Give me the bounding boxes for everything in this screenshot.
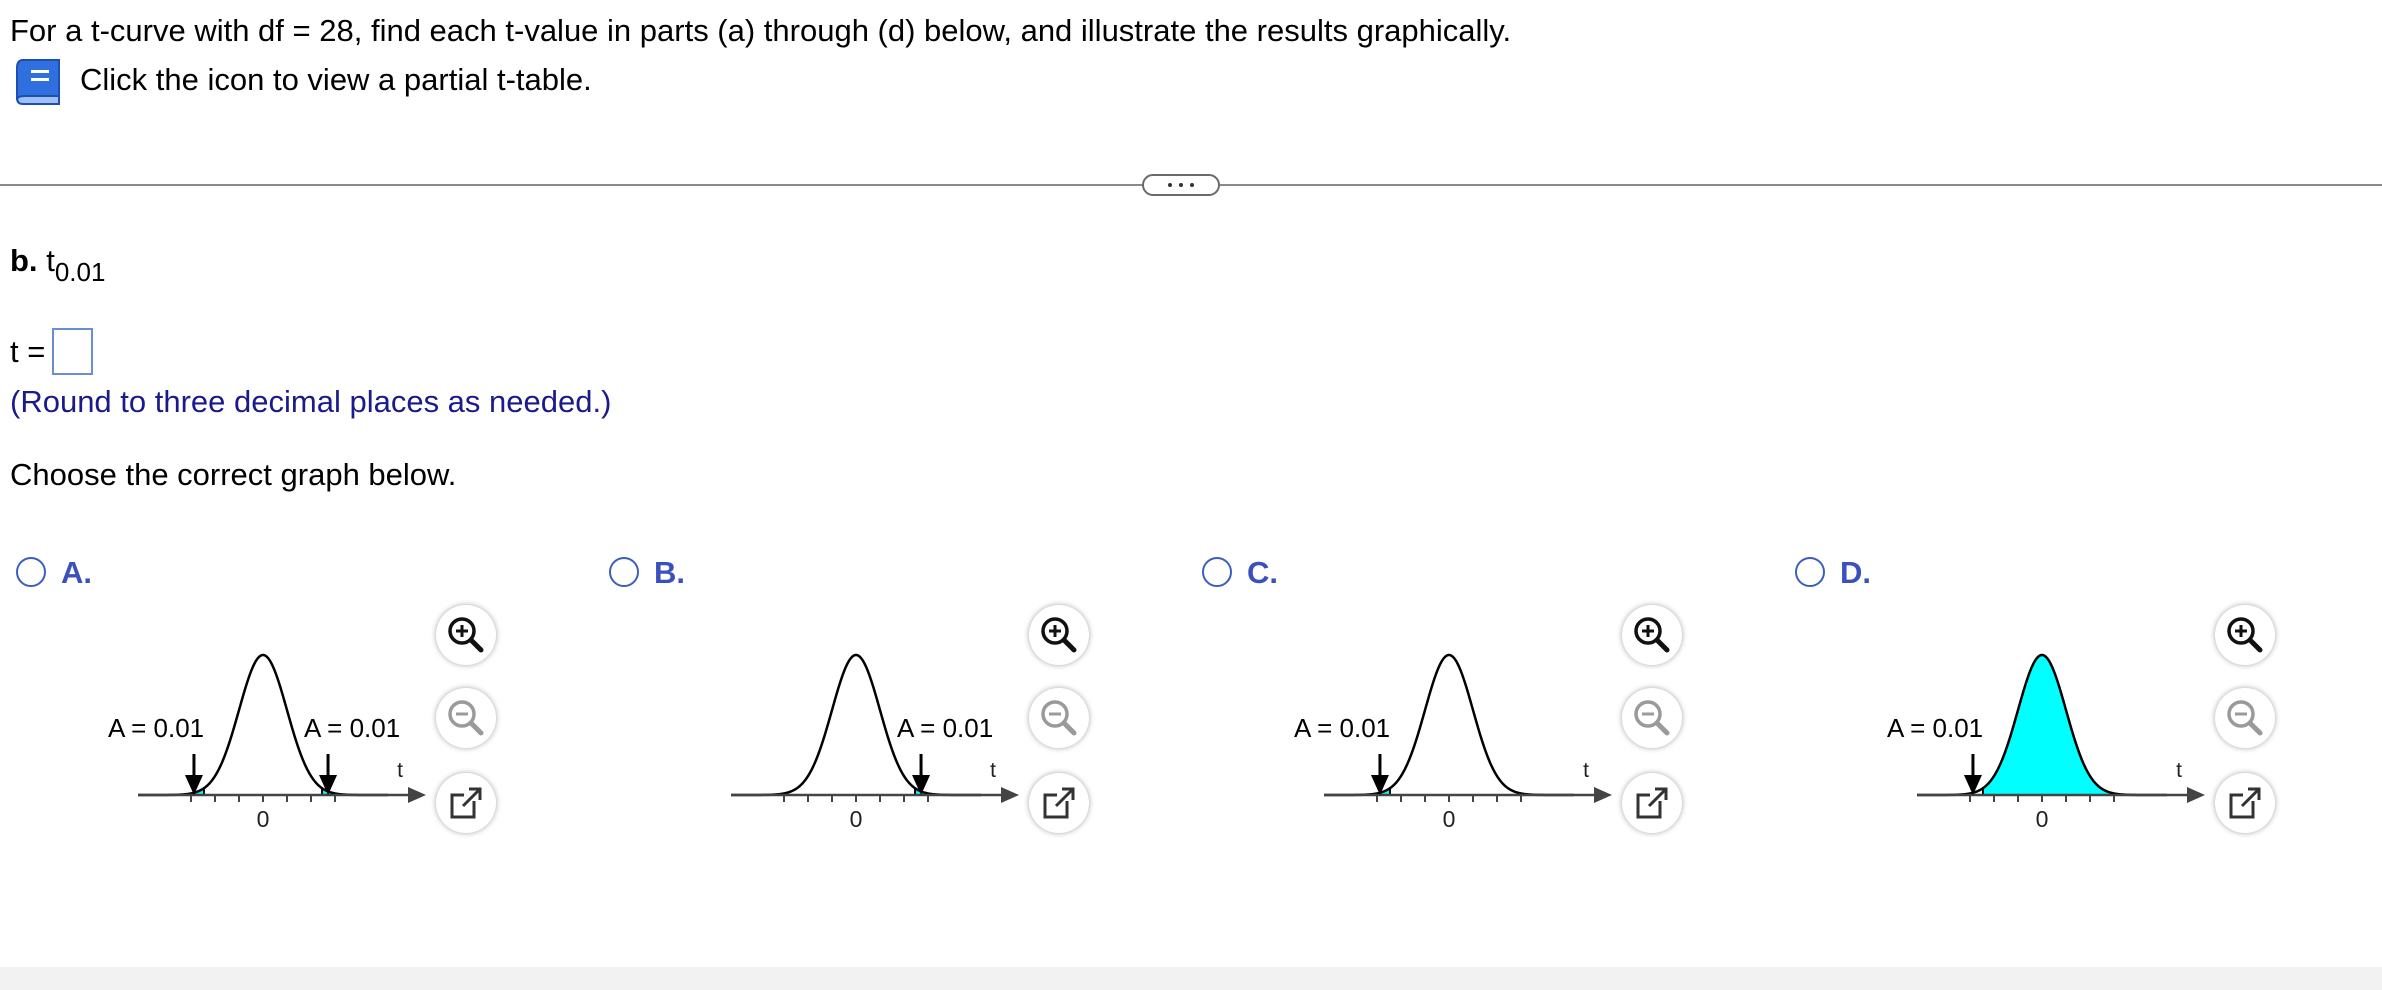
left-area-label: A = 0.01 bbox=[1294, 713, 1390, 743]
part-subscript: 0.01 bbox=[54, 257, 106, 287]
x-axis-arrow bbox=[408, 787, 426, 803]
axis-label: t bbox=[1583, 759, 1589, 782]
zoom-out-icon bbox=[448, 700, 484, 736]
choose-instruction: Choose the correct graph below. bbox=[10, 457, 457, 492]
part-letter: b. bbox=[10, 243, 38, 278]
zoom-in-button[interactable] bbox=[1622, 605, 1682, 665]
option-radio[interactable] bbox=[1202, 557, 1232, 587]
axis-label: t bbox=[990, 759, 996, 782]
rounding-hint: (Round to three decimal places as needed… bbox=[10, 384, 612, 419]
center-tick-label: 0 bbox=[850, 806, 863, 832]
option-radio[interactable] bbox=[609, 557, 639, 587]
option-radio[interactable] bbox=[16, 557, 46, 587]
popout-button[interactable] bbox=[1622, 773, 1682, 833]
popout-button[interactable] bbox=[436, 773, 496, 833]
center-tick-label: 0 bbox=[257, 806, 270, 832]
right-area-label: A = 0.01 bbox=[897, 713, 993, 743]
left-area-label: A = 0.01 bbox=[1887, 713, 1983, 743]
answer-label: t = bbox=[10, 334, 46, 369]
option-letter[interactable]: C. bbox=[1247, 555, 1278, 591]
right-area-label: A = 0.01 bbox=[304, 713, 400, 743]
option-graph: 0 t A = 0.01 bbox=[1887, 653, 2205, 832]
axis-label: t bbox=[2176, 759, 2182, 782]
x-axis-arrow bbox=[1594, 787, 1612, 803]
option-graph: 0 t A = 0.01 bbox=[731, 653, 1019, 832]
center-tick-label: 0 bbox=[1443, 806, 1456, 832]
option-letter[interactable]: D. bbox=[1840, 555, 1871, 591]
option-radio[interactable] bbox=[1795, 557, 1825, 587]
zoom-in-icon bbox=[2227, 617, 2263, 653]
zoom-out-button[interactable] bbox=[436, 688, 496, 748]
zoom-in-button[interactable] bbox=[2215, 605, 2275, 665]
axis-label: t bbox=[397, 759, 403, 782]
part-symbol: t bbox=[46, 243, 55, 278]
dot-icon bbox=[1179, 183, 1183, 187]
x-axis-arrow bbox=[2187, 787, 2205, 803]
popout-button[interactable] bbox=[2215, 773, 2275, 833]
left-area-arrow-head bbox=[1963, 775, 1982, 795]
dot-icon bbox=[1190, 183, 1194, 187]
popout-icon bbox=[1636, 787, 1668, 819]
x-axis-arrow bbox=[1001, 787, 1019, 803]
book-icon[interactable] bbox=[13, 56, 64, 107]
option-graph: 0 t A = 0.01 bbox=[1294, 653, 1612, 832]
popout-icon bbox=[450, 787, 482, 819]
dot-icon bbox=[1168, 183, 1172, 187]
popout-icon bbox=[1043, 787, 1075, 819]
popout-button[interactable] bbox=[1029, 773, 1089, 833]
zoom-out-icon bbox=[2227, 700, 2263, 736]
zoom-in-icon bbox=[1634, 617, 1670, 653]
option-letter[interactable]: B. bbox=[654, 555, 685, 591]
popout-icon bbox=[2229, 787, 2261, 819]
central-shading bbox=[1982, 655, 2167, 795]
zoom-out-icon bbox=[1634, 700, 1670, 736]
question-intro: For a t-curve with df = 28, find each t-… bbox=[10, 13, 1512, 48]
zoom-in-button[interactable] bbox=[436, 605, 496, 665]
part-label: b. t0.01 bbox=[10, 243, 105, 288]
zoom-in-button[interactable] bbox=[1029, 605, 1089, 665]
zoom-out-button[interactable] bbox=[1622, 688, 1682, 748]
option-graph: 0 t A = 0.01 A = 0.01 bbox=[108, 653, 426, 832]
expand-collapse-button[interactable] bbox=[1142, 174, 1220, 196]
zoom-out-button[interactable] bbox=[1029, 688, 1089, 748]
table-link-text: Click the icon to view a partial t-table… bbox=[80, 62, 592, 97]
option-letter[interactable]: A. bbox=[61, 555, 92, 591]
zoom-out-button[interactable] bbox=[2215, 688, 2275, 748]
answer-input[interactable] bbox=[52, 328, 93, 375]
zoom-in-icon bbox=[448, 617, 484, 653]
left-area-label: A = 0.01 bbox=[108, 713, 204, 743]
zoom-in-icon bbox=[1041, 617, 1077, 653]
zoom-out-icon bbox=[1041, 700, 1077, 736]
footer-bar bbox=[0, 967, 2382, 990]
center-tick-label: 0 bbox=[2036, 806, 2049, 832]
